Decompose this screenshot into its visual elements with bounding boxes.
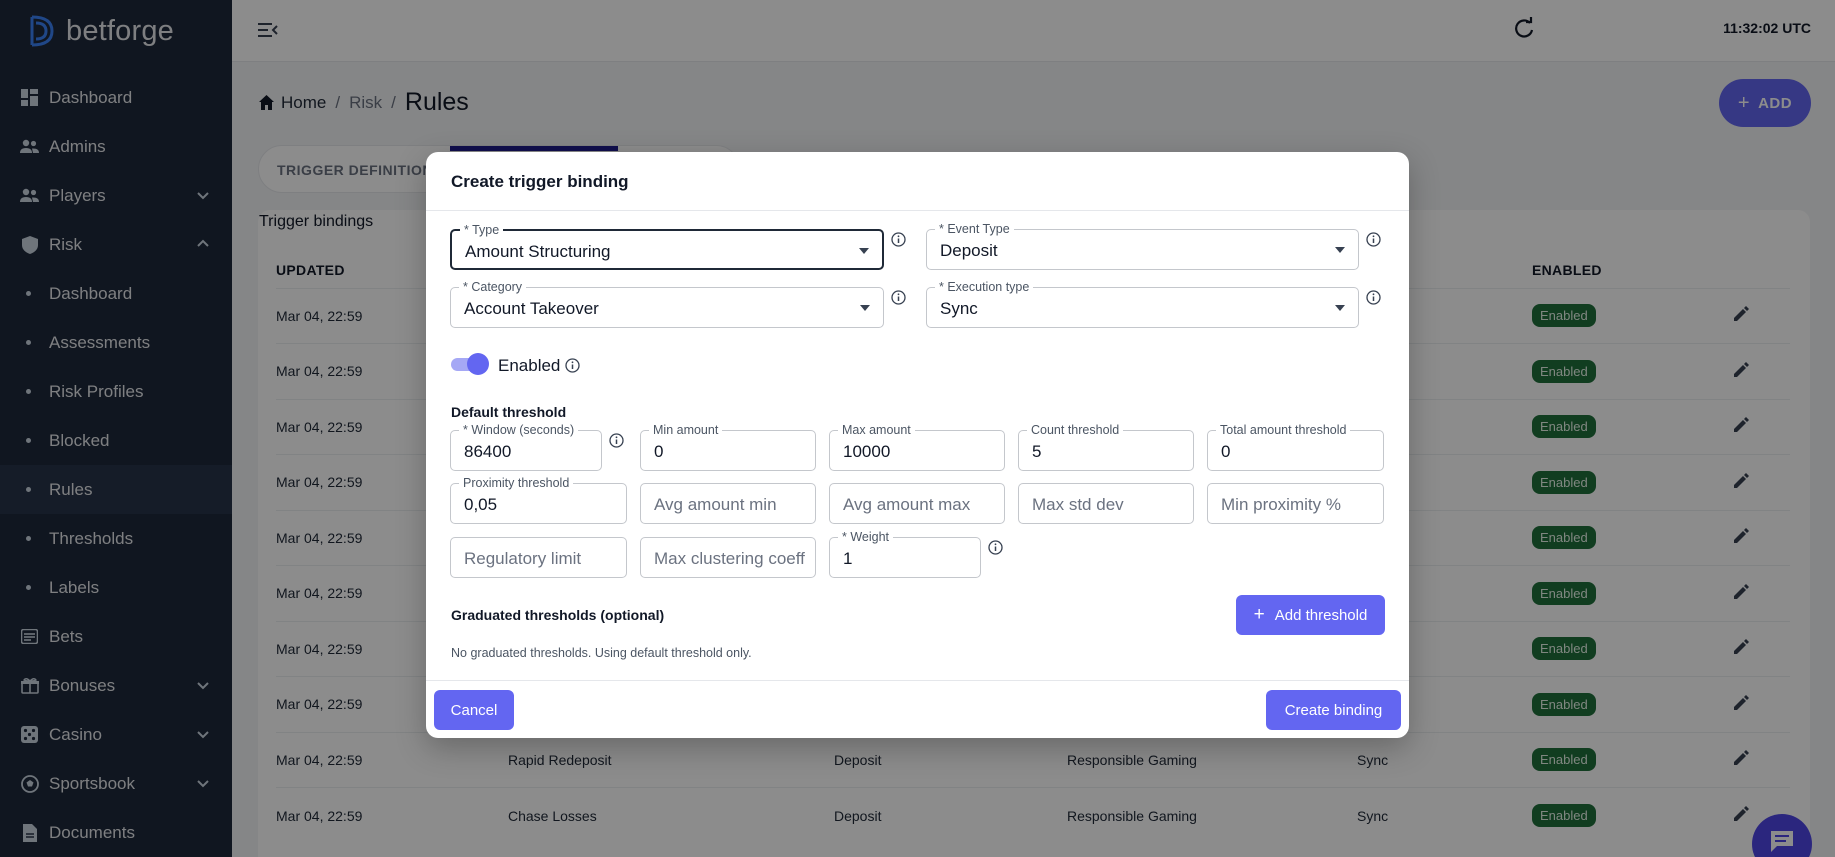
max-clustering-coeff-input[interactable]: Max clustering coeff [640,537,816,578]
max-std-dev-input[interactable]: Max std dev [1018,483,1194,524]
info-icon[interactable] [1366,232,1381,247]
field-label: * Weight [838,530,894,544]
field-value: Sync [940,299,978,318]
field-label: * Category [459,280,527,294]
total-amount-threshold-input[interactable]: Total amount threshold 0 [1207,423,1384,471]
regulatory-limit-input[interactable]: Regulatory limit [450,537,627,578]
weight-input[interactable]: * Weight 1 [829,530,981,578]
field-placeholder: Min proximity % [1221,495,1341,514]
field-value: 5 [1032,442,1042,461]
field-label: Count threshold [1027,423,1124,437]
field-value: Account Takeover [464,299,599,318]
category-select[interactable]: * Category Account Takeover [450,280,884,328]
event-type-select[interactable]: * Event Type Deposit [926,222,1359,270]
default-threshold-title: Default threshold [451,404,567,420]
caret-down-icon [1335,247,1345,253]
field-value: Amount Structuring [465,242,611,261]
max-amount-input[interactable]: Max amount 10000 [829,423,1005,471]
field-label: Proximity threshold [459,476,574,490]
add-threshold-button[interactable]: + Add threshold [1236,595,1385,635]
caret-down-icon [1335,305,1345,311]
caret-down-icon [860,305,870,311]
toggle-knob [467,353,489,375]
field-placeholder: Regulatory limit [464,549,582,568]
field-placeholder: Max clustering coeff [654,549,805,568]
field-label: Total amount threshold [1216,423,1351,437]
cancel-label: Cancel [450,701,498,719]
field-label: * Event Type [935,222,1014,236]
min-proximity-input[interactable]: Min proximity % [1207,483,1384,524]
field-placeholder: Avg amount max [843,495,971,514]
field-value: 1 [843,549,853,568]
field-placeholder: Avg amount min [654,495,777,514]
count-threshold-input[interactable]: Count threshold 5 [1018,423,1194,471]
field-label: * Execution type [935,280,1034,294]
info-icon[interactable] [565,358,580,373]
enabled-toggle[interactable] [451,353,489,375]
min-amount-input[interactable]: Min amount 0 [640,423,816,471]
field-value: Deposit [940,241,998,260]
enabled-label: Enabled [498,356,561,375]
info-icon[interactable] [1366,290,1381,305]
field-placeholder: Max std dev [1032,495,1124,514]
avg-amount-max-input[interactable]: Avg amount max [829,483,1005,524]
field-value: 0 [654,442,664,461]
field-label: * Type [460,223,504,237]
divider [426,210,1409,211]
type-select[interactable]: * Type Amount Structuring [450,223,884,270]
info-icon[interactable] [891,290,906,305]
execution-type-select[interactable]: * Execution type Sync [926,280,1359,328]
caret-down-icon [859,248,869,254]
create-binding-label: Create binding [1284,701,1383,719]
field-label: Min amount [649,423,723,437]
cancel-button[interactable]: Cancel [434,690,514,730]
proximity-threshold-input[interactable]: Proximity threshold 0,05 [450,476,627,524]
field-value: 10000 [843,442,891,461]
info-icon[interactable] [609,433,624,448]
create-binding-button[interactable]: Create binding [1266,690,1401,730]
graduated-thresholds-title: Graduated thresholds (optional) [451,607,665,623]
add-threshold-label: Add threshold [1274,606,1368,624]
info-icon[interactable] [891,232,906,247]
field-label: Max amount [838,423,915,437]
field-label: * Window (seconds) [459,423,579,437]
create-binding-dialog: Create trigger binding * Type Amount Str… [426,152,1409,738]
divider [426,680,1409,681]
plus-icon: + [1253,604,1265,625]
graduated-note: No graduated thresholds. Using default t… [451,646,752,660]
window-seconds-input[interactable]: * Window (seconds) 86400 [450,423,602,471]
dialog-title: Create trigger binding [451,172,629,191]
field-value: 0,05 [464,495,498,514]
info-icon[interactable] [988,540,1003,555]
field-value: 86400 [464,442,512,461]
field-value: 0 [1221,442,1231,461]
avg-amount-min-input[interactable]: Avg amount min [640,483,816,524]
